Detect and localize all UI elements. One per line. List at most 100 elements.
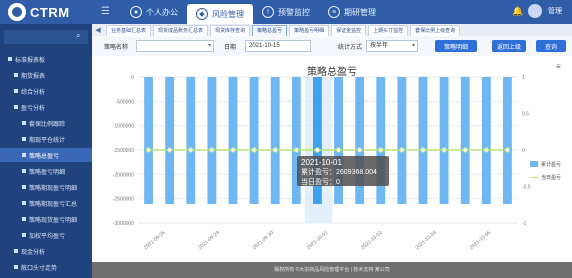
date-input[interactable]: 2021-10-15 (245, 40, 311, 52)
sidebar-item-label: 标准报表板 (15, 57, 46, 64)
bar (207, 77, 217, 204)
topnav-alert[interactable]: ! 预警监控 (253, 0, 319, 24)
y2-axis: 10.50-0.5-1 (522, 75, 531, 227)
shield-icon: ◆ (196, 8, 208, 20)
legend-line-icon (530, 176, 538, 178)
tab-strategy-detail[interactable]: 策略盈亏明细 (289, 24, 330, 36)
sidebar-item-label: 加权平均盈亏 (29, 233, 66, 240)
sidebar-item-exposure[interactable]: 敞口头寸走势 (0, 260, 92, 274)
sidebar-item-hedge-ratio[interactable]: 套保比例跟踪 (0, 116, 92, 130)
line-point (230, 147, 236, 153)
topnav-label: 风险管理 (212, 9, 244, 19)
chart-panel: 策略总盈亏 ≡ 0 -500000 -1000000 -1500000 -2000000… (92, 56, 572, 262)
sidebar-item-label: 综合分析 (21, 89, 46, 96)
sidebar-search-input[interactable]: ⌕ (4, 30, 88, 44)
sidebar-item-label: 策略期现盈亏汇总 (29, 201, 78, 208)
bar (481, 77, 491, 204)
sidebar-item-cash[interactable]: 现金分析 (0, 244, 92, 258)
topnav-personal[interactable]: ● 个人办公 (121, 0, 187, 24)
sidebar-item-weighted-pnl[interactable]: 加权平均盈亏 (0, 228, 92, 242)
line-point (420, 147, 426, 153)
query-button[interactable]: 查询 (536, 40, 566, 52)
line-point (462, 147, 468, 153)
y-tick-label: -1000000 (113, 124, 134, 130)
sidebar-item-strategy-spot-detail[interactable]: 策略现货盈亏明细 (0, 212, 92, 226)
x-tick-label: 2021-10-05 (469, 230, 493, 251)
bullet-icon (8, 57, 12, 61)
y-axis: 0 -500000 -1000000 -1500000 -2000000 -2500000… (113, 75, 134, 227)
back-button[interactable]: 返回上级 (492, 40, 526, 52)
legend-item[interactable]: 当日盈亏 (530, 173, 570, 181)
sidebar-item-strategy-total[interactable]: 策略总盈亏 (0, 148, 92, 162)
sidebar-item-reports[interactable]: 标准报表板 (0, 52, 92, 66)
chevron-left-icon[interactable]: ◀ (92, 24, 104, 36)
stat-label: 统计方式 (338, 45, 363, 51)
x-tick-label: 2021-10-04 (414, 230, 438, 251)
sidebar-item-label: 策略盈亏明细 (29, 169, 66, 176)
bell-icon[interactable]: 🔔 (512, 6, 523, 16)
line-point (335, 147, 342, 153)
topnav-label: 期研管理 (344, 7, 376, 17)
sidebar-item-label: 策略期现盈亏明细 (29, 185, 78, 192)
sidebar-item-label: 盈亏分析 (21, 105, 46, 112)
bullet-icon (22, 169, 26, 173)
bullet-icon (22, 201, 26, 205)
search-icon: ⌕ (76, 31, 81, 40)
bar (397, 77, 407, 204)
sidebar-item-strategy-period-detail[interactable]: 策略期现盈亏明细 (0, 180, 92, 194)
bullet-icon (14, 105, 18, 109)
tab-hedge-ratio-query[interactable]: 套保比例上级查询 (410, 24, 461, 36)
sidebar-item-label: 期货报表 (21, 73, 46, 80)
username[interactable]: 管理 (548, 6, 562, 16)
person-icon: ● (130, 6, 142, 18)
sidebar-item-strategy-period-summary[interactable]: 策略期现盈亏汇总 (0, 196, 92, 210)
legend-item[interactable]: 累计盈亏 (530, 160, 570, 168)
sidebar-item-close-stats[interactable]: 期现平仓统计 (0, 132, 92, 146)
tab-strategy-total[interactable]: 策略总盈亏 (252, 24, 288, 36)
line-point (441, 147, 447, 153)
bullet-icon (22, 137, 26, 141)
bullet-icon (14, 249, 18, 253)
sidebar-item-futures[interactable]: 期货报表 (0, 68, 92, 82)
bar (503, 77, 512, 204)
tab-business-summary[interactable]: 业务基础汇总表 (106, 24, 152, 36)
tab-margin-monitor[interactable]: 保证金监控 (331, 24, 367, 36)
bullet-icon (22, 233, 26, 237)
stat-select[interactable]: 按半年 ▾ (366, 40, 418, 52)
bullet-icon (14, 89, 18, 93)
line-point (483, 147, 490, 153)
date-value: 2021-10-15 (249, 43, 280, 49)
bullet-icon (22, 121, 26, 125)
sidebar-item-overview[interactable]: 综合分析 (0, 84, 92, 98)
logo-icon (8, 3, 26, 21)
app-logo[interactable]: CTRM (8, 3, 90, 21)
tab-spot-inventory[interactable]: 现货库存查询 (210, 24, 251, 36)
menu-toggle-icon[interactable]: ☰ (101, 6, 111, 18)
bullet-icon (22, 217, 26, 221)
topnav-risk[interactable]: ◆ 风险管理 (187, 4, 253, 24)
tab-position-monitor[interactable]: 上期头寸监控 (368, 24, 409, 36)
line-point (166, 147, 173, 153)
strategy-detail-button[interactable]: 策略明细 (435, 40, 477, 52)
line-point (251, 147, 257, 153)
y-tick-label: -500000 (116, 99, 135, 105)
x-tick-label: 2021-10-02 (360, 230, 384, 251)
legend: 累计盈亏 当日盈亏 (530, 160, 570, 186)
sidebar-item-label: 套保比例跟踪 (29, 121, 66, 128)
x-tick-label: 2021-09-29 (197, 230, 221, 251)
sidebar-item-pnl[interactable]: 盈亏分析 (0, 100, 92, 114)
sidebar-item-strategy-detail[interactable]: 策略盈亏明细 (0, 164, 92, 178)
sidebar-item-label: 敞口头寸走势 (21, 265, 58, 272)
avatar[interactable] (528, 4, 542, 18)
line-point (209, 147, 215, 153)
bullet-icon (14, 73, 18, 77)
tab-spot-accounts[interactable]: 现货成品账务汇总表 (153, 24, 209, 36)
date-label: 日期 (224, 45, 237, 51)
line-point (504, 147, 511, 153)
strategy-select[interactable]: ▾ (136, 40, 214, 52)
line-point (314, 147, 321, 153)
topnav-research[interactable]: ≡ 期研管理 (319, 0, 385, 24)
y-tick-label: -3000000 (113, 221, 134, 227)
bar (439, 77, 449, 204)
line-point (293, 147, 300, 153)
